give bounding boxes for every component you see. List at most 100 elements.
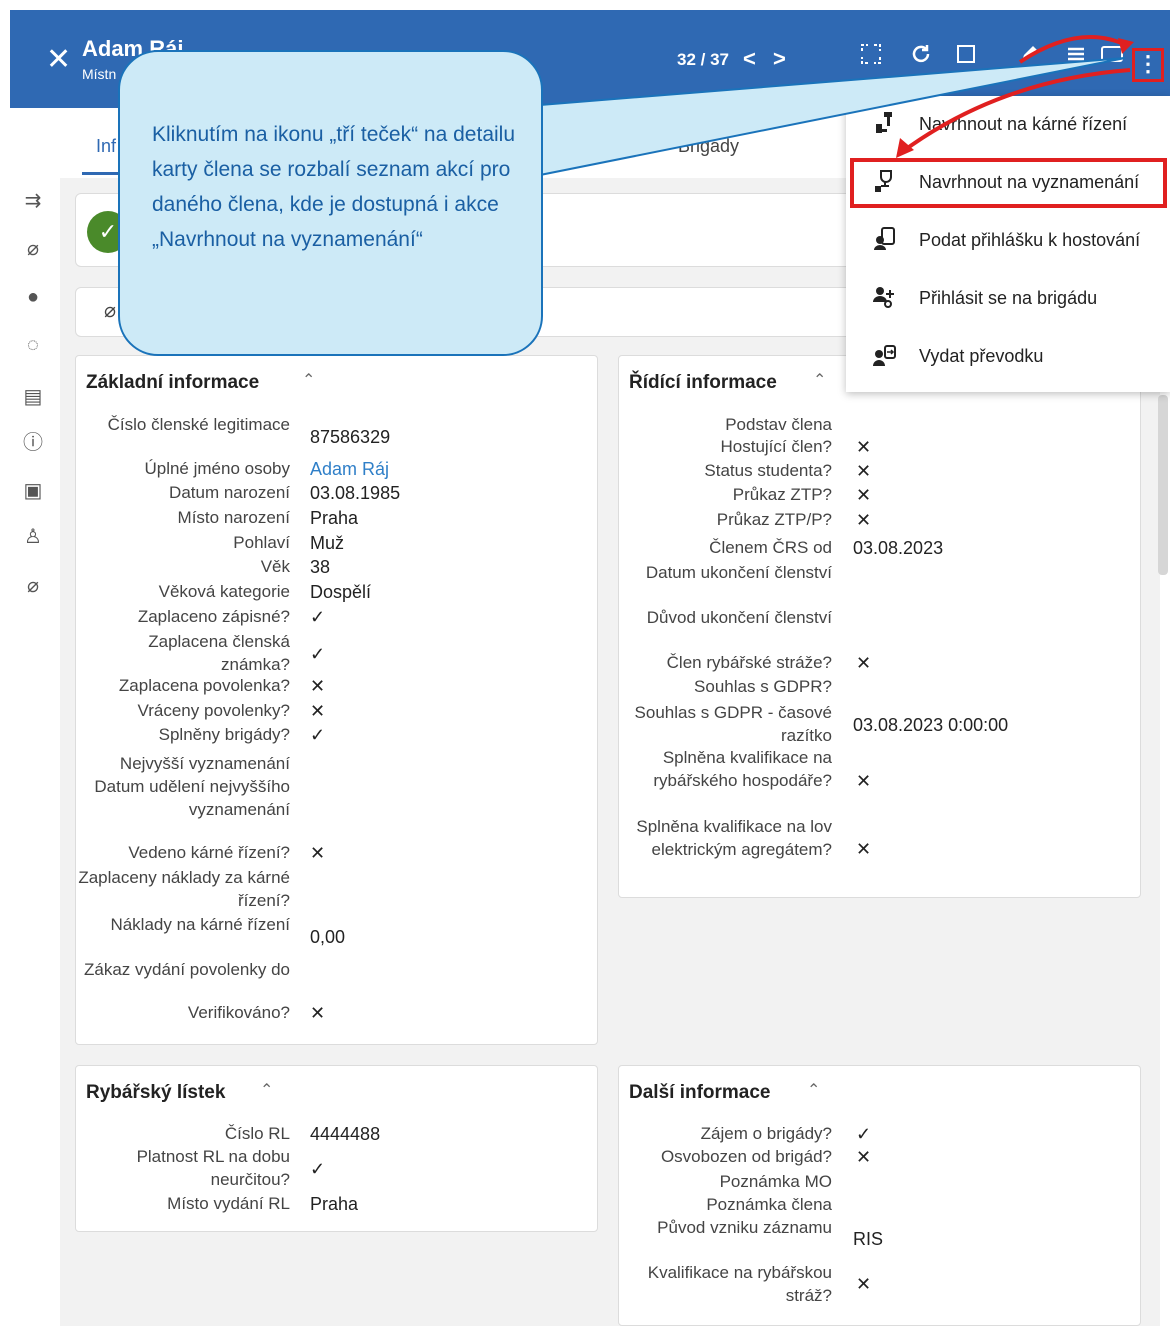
field-value: 38 — [310, 557, 331, 577]
field-label: Pohlaví — [233, 533, 290, 552]
field-value: Muž — [310, 533, 345, 553]
card-ridici-informace: Řídící informace ⌃ Podstav člena Hostujíc… — [618, 355, 1141, 898]
card-icon[interactable] — [1100, 43, 1124, 72]
scrollbar[interactable] — [1158, 395, 1168, 575]
card-title: Řídící informace — [629, 372, 777, 393]
field-value: ✓ — [310, 1159, 326, 1179]
field-label: Souhlas s GDPR - časové razítko — [634, 703, 832, 745]
field-label: Nejvyšší vyznamenání — [119, 754, 290, 773]
field-label: Místo vydání RL — [167, 1194, 290, 1213]
field-value-link[interactable]: Adam Ráj — [310, 458, 389, 480]
field-label: Důvod ukončení členství — [646, 608, 832, 627]
chevron-up-icon[interactable]: ⌃ — [260, 1080, 273, 1100]
field-label: Věková kategorie — [158, 582, 290, 601]
previous-record-button[interactable]: < — [743, 46, 756, 72]
field-label: Průkaz ZTP/P? — [716, 510, 832, 529]
id-card-icon[interactable]: ▣ — [20, 478, 46, 504]
next-record-button[interactable]: > — [773, 46, 786, 72]
record-pager: 32 / 37 — [677, 50, 729, 69]
gavel-icon — [872, 110, 898, 138]
more-circle-icon[interactable]: ◌ — [20, 332, 46, 358]
field-value: Praha — [310, 508, 359, 528]
field-label: Číslo RL — [224, 1124, 290, 1143]
field-label: Datum narození — [169, 483, 290, 502]
field-value: ✕ — [856, 771, 872, 791]
notes-icon[interactable]: ▤ — [20, 384, 46, 410]
field-label: Poznámka člena — [706, 1195, 832, 1214]
member-subtitle: Místn — [82, 66, 117, 82]
field-value: ✕ — [856, 437, 872, 457]
field-value: RIS — [853, 1229, 884, 1249]
field-value: ✕ — [856, 839, 872, 859]
field-label: Splněna kvalifikace na rybářského hospod… — [653, 748, 832, 790]
pencil-icon[interactable] — [1018, 43, 1040, 72]
field-value: 87586329 — [310, 427, 391, 447]
tab-info[interactable]: Inf — [96, 136, 116, 157]
close-icon[interactable]: ✕ — [46, 45, 71, 75]
field-value: ✕ — [310, 843, 326, 863]
field-label: Průkaz ZTP? — [732, 485, 832, 504]
flow-icon[interactable]: ⇉ — [20, 188, 46, 214]
field-label: Osvobozen od brigád? — [660, 1147, 832, 1166]
card-title: Rybářský lístek — [86, 1082, 226, 1103]
field-value: ✓ — [310, 607, 326, 627]
list-icon[interactable] — [1065, 43, 1087, 72]
field-value: 03.08.2023 0:00:00 — [853, 715, 1009, 735]
chevron-up-icon[interactable]: ⌃ — [813, 370, 826, 390]
field-label: Náklady na kárné řízení — [110, 915, 290, 934]
field-label: Zaplaceny náklady za kárné řízení? — [78, 868, 290, 910]
refresh-icon[interactable] — [910, 43, 932, 72]
field-label: Věk — [260, 557, 290, 576]
field-label: Splněny brigády? — [158, 725, 290, 744]
info-outline-icon[interactable]: ⓘ — [20, 430, 46, 456]
field-value: ✕ — [856, 1147, 872, 1167]
menu-item-prevodka[interactable]: Vydat převodku — [846, 332, 1170, 380]
card-title: Základní informace — [86, 372, 260, 393]
paperclip-icon[interactable]: ⌀ — [20, 236, 46, 262]
field-label: Členem ČRS od — [709, 538, 832, 557]
field-value: ✕ — [856, 461, 872, 481]
field-value: ✕ — [856, 653, 872, 673]
field-label: Úplné jméno osoby — [144, 459, 290, 478]
field-label: Zákaz vydání povolenky do — [83, 960, 290, 979]
field-value: Praha — [310, 1194, 359, 1214]
chevron-up-icon[interactable]: ⌃ — [807, 1080, 820, 1100]
field-value: Dospělí — [310, 582, 372, 602]
tab-brigady[interactable]: Brigády — [678, 136, 739, 157]
fullscreen-icon[interactable] — [860, 43, 882, 72]
actions-menu: Navrhnout na kárné řízení Navrhnout na v… — [846, 96, 1170, 392]
field-label: Vedeno kárné řízení? — [128, 843, 290, 862]
field-value: ✕ — [856, 1274, 872, 1294]
field-label: Číslo členské legitimace — [107, 415, 290, 434]
field-label: Zaplaceno zápisné? — [137, 607, 290, 626]
user-add-icon — [872, 284, 898, 312]
field-value: ✕ — [856, 485, 872, 505]
field-label: Status studenta? — [704, 461, 832, 480]
field-label: Kvalifikace na rybářskou stráž? — [647, 1263, 832, 1305]
menu-item-karne-rizeni[interactable]: Navrhnout na kárné řízení — [846, 100, 1170, 148]
field-value: ✕ — [856, 510, 872, 530]
menu-item-hostovani[interactable]: Podat přihlášku k hostování — [846, 216, 1170, 264]
field-value: ✓ — [310, 725, 326, 745]
field-label: Souhlas s GDPR? — [694, 677, 832, 696]
field-value: ✕ — [310, 701, 326, 721]
field-value: 4444488 — [310, 1124, 381, 1144]
field-value: ✕ — [310, 676, 326, 696]
menu-item-brigada[interactable]: Přihlásit se na brigádu — [846, 274, 1170, 322]
field-label: Platnost RL na dobu neurčitou? — [136, 1147, 290, 1189]
field-value: 03.08.2023 — [853, 538, 944, 558]
annotation-callout-text: Kliknutím na ikonu „tří teček“ na detail… — [152, 123, 516, 251]
info-filled-icon[interactable]: ● — [20, 284, 46, 310]
more-actions-button[interactable]: ⋮ — [1132, 48, 1164, 82]
card-title: Další informace — [629, 1082, 771, 1103]
field-label: Místo narození — [177, 508, 290, 527]
field-label: Verifikováno? — [187, 1003, 290, 1022]
field-label: Hostující člen? — [720, 437, 833, 456]
attachment-icon[interactable]: ⌀ — [20, 573, 46, 599]
card-zakladni-informace: Základní informace ⌃ Číslo členské legit… — [75, 355, 598, 1045]
attachment-bar-icon[interactable]: ⌀ — [104, 298, 116, 323]
location-user-icon[interactable]: ♙ — [20, 524, 46, 550]
user-transfer-icon — [872, 342, 898, 370]
edit-record-icon[interactable] — [955, 43, 977, 72]
chevron-up-icon[interactable]: ⌃ — [302, 370, 315, 390]
